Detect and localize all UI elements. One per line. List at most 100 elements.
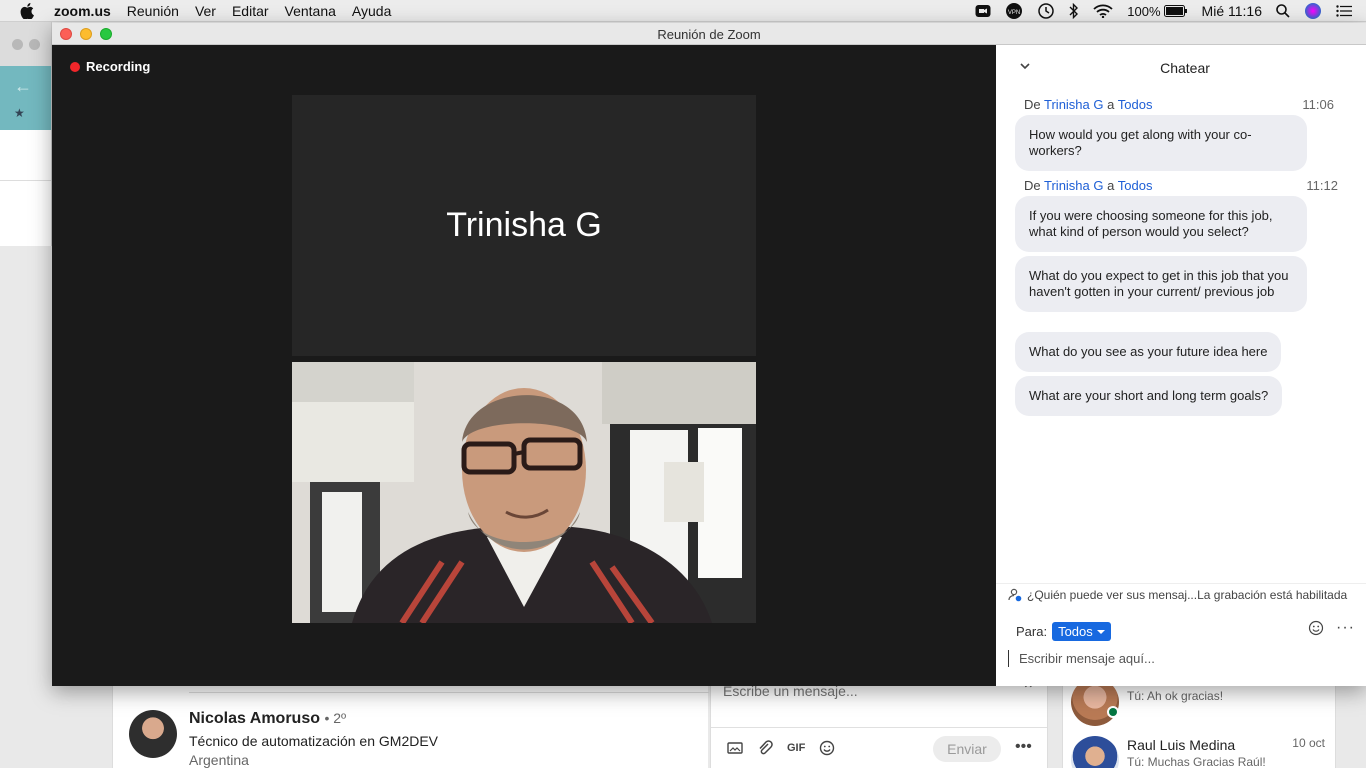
menu-reunion[interactable]: Reunión [127, 3, 179, 19]
menu-bar: zoom.us Reunión Ver Editar Ventana Ayuda… [0, 0, 1366, 22]
emoji-icon[interactable] [819, 740, 835, 756]
wifi-icon[interactable] [1093, 4, 1113, 18]
conversation-item[interactable]: Raul Luis Medina 10 oct Tú: Muchas Graci… [1063, 728, 1335, 768]
menu-ver[interactable]: Ver [195, 3, 216, 19]
meta-joiner: a [1107, 178, 1115, 193]
participant-tile[interactable]: Trinisha G [292, 95, 756, 356]
siri-icon[interactable] [1304, 2, 1322, 20]
recipient-value: Todos [1058, 624, 1093, 639]
chat-message-input[interactable]: Escribir mensaje aquí... [1008, 648, 1354, 668]
zoom-meeting-window: Reunión de Zoom Recording Trinisha G Cha… [52, 23, 1366, 686]
recording-dot-icon [70, 61, 80, 72]
privacy-text: ¿Quién puede ver sus mensaj...La grabaci… [1027, 587, 1348, 602]
background-browser-window: ← ★ [0, 22, 52, 246]
time-machine-icon[interactable] [1037, 2, 1055, 20]
recipient-dropdown[interactable]: Todos [1052, 622, 1111, 641]
window-title: Reunión de Zoom [657, 27, 761, 42]
conversation-preview: Tú: Muchas Gracias Raúl! [1127, 755, 1266, 768]
divider [711, 727, 1047, 728]
profile-name-text: Nicolas Amoruso [189, 710, 320, 727]
more-options-icon[interactable]: ••• [1015, 738, 1032, 756]
chat-message-bubble[interactable]: What are your short and long term goals? [1015, 376, 1283, 416]
menu-app-name[interactable]: zoom.us [54, 3, 111, 19]
conversation-preview: Tú: Ah ok gracias! [1127, 689, 1224, 703]
zoom-status-icon[interactable] [975, 4, 991, 18]
window-titlebar: Reunión de Zoom [52, 23, 1366, 45]
chat-message-bubble[interactable]: What do you see as your future idea here [1015, 332, 1282, 372]
background-linkedin-area: Nicolas Amoruso • 2º Técnico de automati… [112, 678, 1366, 768]
recording-indicator[interactable]: Recording [70, 59, 150, 74]
message-recipient[interactable]: Todos [1118, 178, 1153, 193]
browser-minimize-dot[interactable] [29, 38, 40, 50]
meta-joiner: a [1107, 97, 1115, 112]
chat-message-bubble[interactable]: What do you expect to get in this job th… [1015, 256, 1307, 312]
chat-messages: De Trinisha G a Todos 11:06 How would yo… [996, 89, 1366, 585]
profile-headline: Técnico de automatización en GM2DEV [189, 733, 439, 749]
profile-location: Argentina [189, 752, 249, 768]
message-meta: De Trinisha G a Todos 11:12 [1024, 178, 1338, 193]
star-icon[interactable]: ★ [14, 106, 25, 120]
participant-name: Trinisha G [446, 206, 602, 244]
message-sender[interactable]: Trinisha G [1044, 97, 1103, 112]
camera-feed-image [292, 362, 756, 623]
online-status-icon [1107, 706, 1119, 718]
clock[interactable]: Mié 11:16 [1202, 3, 1262, 19]
compose-toolbar: GIF [727, 740, 835, 756]
conversation-name: Raul Luis Medina [1127, 737, 1236, 753]
apple-icon[interactable] [20, 2, 40, 19]
menu-ventana[interactable]: Ventana [285, 3, 336, 19]
menu-editar[interactable]: Editar [232, 3, 269, 19]
recipient-selector: Para: Todos [1016, 622, 1111, 641]
more-options-icon[interactable]: ··· [1336, 619, 1355, 637]
paperclip-icon[interactable] [757, 740, 773, 756]
person-lock-icon [1008, 588, 1022, 602]
browser-nav: ← ★ [0, 66, 51, 130]
menu-ayuda[interactable]: Ayuda [352, 3, 391, 19]
bluetooth-icon[interactable] [1069, 3, 1079, 19]
back-arrow-icon[interactable]: ← [14, 76, 32, 97]
meta-prefix: De [1024, 178, 1041, 193]
message-recipient[interactable]: Todos [1118, 97, 1153, 112]
image-icon[interactable] [727, 741, 743, 755]
battery-status[interactable]: 100% [1127, 4, 1187, 19]
svg-text:VPN: VPN [1008, 10, 1020, 16]
chat-message-bubble[interactable]: How would you get along with your co-wor… [1015, 115, 1307, 171]
chat-message-bubble[interactable]: If you were choosing someone for this jo… [1015, 196, 1307, 252]
divider [0, 180, 51, 181]
profile-card[interactable]: Nicolas Amoruso • 2º Técnico de automati… [112, 686, 709, 768]
message-sender[interactable]: Trinisha G [1044, 178, 1103, 193]
recording-label: Recording [86, 59, 151, 74]
to-label: Para: [1016, 624, 1048, 639]
browser-titlebar [0, 22, 51, 66]
message-time: 11:06 [1302, 97, 1334, 112]
emoji-icon[interactable] [1308, 620, 1324, 636]
browser-close-dot[interactable] [12, 38, 23, 50]
chat-header: Chatear [996, 45, 1366, 89]
message-compose: Escribe un mensaje... ⌃ GIF Enviar ••• [710, 682, 1048, 768]
connection-degree: • 2º [324, 710, 347, 726]
message-meta: De Trinisha G a Todos 11:06 [1024, 97, 1334, 112]
send-button[interactable]: Enviar [933, 736, 1001, 762]
conversation-date: 10 oct [1292, 736, 1325, 750]
text-cursor [1008, 649, 1009, 667]
conversation-item[interactable]: Tú: Ah ok gracias! [1063, 678, 1335, 726]
chat-panel: Chatear De Trinisha G a Todos 11:06 How … [996, 45, 1366, 686]
self-video-tile[interactable] [292, 362, 756, 623]
search-icon[interactable] [1276, 4, 1290, 18]
meta-prefix: De [1024, 97, 1041, 112]
gif-button[interactable]: GIF [787, 742, 805, 754]
chat-privacy-notice[interactable]: ¿Quién puede ver sus mensaj...La grabaci… [996, 583, 1366, 605]
profile-name[interactable]: Nicolas Amoruso • 2º [189, 710, 346, 728]
conversation-list: Tú: Ah ok gracias! Raul Luis Medina 10 o… [1062, 678, 1336, 768]
divider [189, 692, 709, 693]
input-placeholder: Escribir mensaje aquí... [1019, 650, 1155, 666]
chat-title: Chatear [1160, 60, 1210, 76]
caret-down-icon [1096, 629, 1105, 634]
message-time: 11:12 [1306, 178, 1338, 193]
battery-percent: 100% [1127, 3, 1161, 19]
avatar[interactable] [1071, 736, 1119, 768]
notification-center-icon[interactable] [1336, 5, 1352, 17]
vpn-icon[interactable]: VPN [1005, 2, 1023, 20]
avatar[interactable] [129, 710, 177, 758]
video-stage: Recording Trinisha G [52, 45, 996, 686]
